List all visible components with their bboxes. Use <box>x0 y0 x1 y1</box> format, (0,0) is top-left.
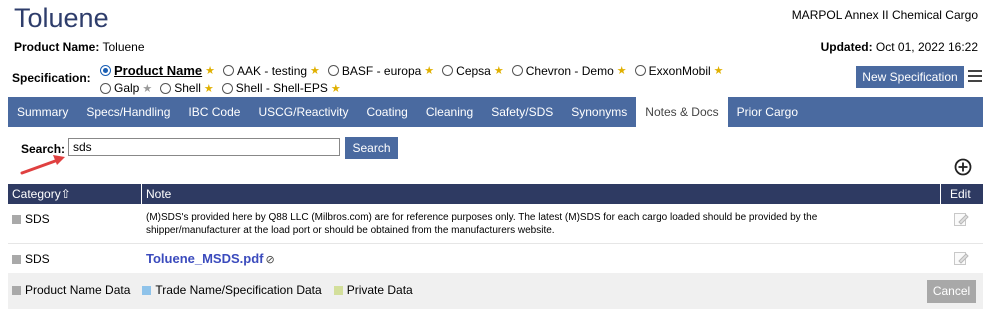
hamburger-menu-icon[interactable] <box>968 70 982 85</box>
spec-option-cepsa[interactable]: Cepsa ★ <box>442 64 504 78</box>
tab-bar: Summary Specs/Handling IBC Code USCG/Rea… <box>8 97 983 127</box>
spec-option-exxonmobil[interactable]: ExxonMobil ★ <box>634 64 724 78</box>
legend-label: Product Name Data <box>25 283 131 297</box>
radio-icon[interactable] <box>634 65 646 76</box>
star-icon: ★ <box>493 65 504 77</box>
row-category: SDS <box>12 252 50 266</box>
legend-label: Trade Name/Specification Data <box>155 283 322 297</box>
radio-icon[interactable] <box>160 82 172 94</box>
updated-value: Oct 01, 2022 16:22 <box>875 40 978 54</box>
spec-option-shell[interactable]: Shell ★ <box>160 81 214 95</box>
row-category-label: SDS <box>25 252 50 266</box>
column-header-category[interactable]: Category⇧ <box>12 184 71 204</box>
star-icon: ★ <box>713 65 724 77</box>
radio-icon[interactable] <box>100 82 111 94</box>
updated-label: Updated: <box>820 40 873 54</box>
spec-option-label[interactable]: Galp <box>114 81 139 95</box>
legend-label: Private Data <box>346 283 413 297</box>
edit-icon[interactable] <box>953 211 969 227</box>
new-specification-button[interactable]: New Specification <box>856 66 964 88</box>
legend-swatch <box>142 286 152 296</box>
row-category: SDS <box>12 212 50 226</box>
radio-icon[interactable] <box>511 65 523 76</box>
radio-icon[interactable] <box>221 82 233 94</box>
tab-notes-docs[interactable]: Notes & Docs <box>636 97 728 127</box>
star-icon: ★ <box>310 65 320 77</box>
tab-prior-cargo[interactable]: Prior Cargo <box>728 97 807 127</box>
radio-icon[interactable] <box>442 65 454 76</box>
specification-options-row-1: Product Name ★ AAK - testing ★ BASF - eu… <box>100 63 732 78</box>
document-link[interactable]: Toluene_MSDS.pdf ⊘ <box>146 251 275 266</box>
spec-option-label[interactable]: AAK - testing <box>237 64 307 78</box>
tab-cleaning[interactable]: Cleaning <box>417 97 482 127</box>
tab-ibc-code[interactable]: IBC Code <box>179 97 249 127</box>
star-icon: ★ <box>424 65 435 77</box>
cancel-button[interactable]: Cancel <box>927 280 976 303</box>
legend-swatch <box>333 286 343 296</box>
spec-option-aak-testing[interactable]: AAK - testing ★ <box>223 64 320 78</box>
legend-item-private-data: Private Data <box>333 283 413 297</box>
legend-item-product-name-data: Product Name Data <box>12 283 130 297</box>
notes-table-header: Category⇧ Note Edit <box>8 184 983 204</box>
column-header-note: Note <box>146 187 172 201</box>
annotation-arrow-icon <box>20 155 65 175</box>
tab-synonyms[interactable]: Synonyms <box>562 97 636 127</box>
legend-swatch <box>12 286 21 296</box>
tab-uscg-reactivity[interactable]: USCG/Reactivity <box>249 97 357 127</box>
attachment-paperclip-icon: ⊘ <box>265 254 275 266</box>
product-data-indicator <box>12 215 21 225</box>
star-icon: ★ <box>205 65 216 77</box>
radio-selected-icon[interactable] <box>100 65 111 76</box>
tab-summary[interactable]: Summary <box>8 97 77 127</box>
row-note-text: (M)SDS's provided here by Q88 LLC (Milbr… <box>146 212 818 236</box>
spec-option-label[interactable]: Shell - Shell-EPS <box>236 81 328 95</box>
column-header-edit: Edit <box>950 187 971 201</box>
product-data-indicator <box>12 255 21 265</box>
product-name-label: Product Name: <box>14 40 100 54</box>
spec-option-chevron-demo[interactable]: Chevron - Demo ★ <box>511 64 627 78</box>
search-input[interactable] <box>68 138 340 156</box>
tab-specs-handling[interactable]: Specs/Handling <box>77 97 179 127</box>
spec-option-label[interactable]: ExxonMobil <box>649 64 711 78</box>
marpol-classification: MARPOL Annex II Chemical Cargo <box>791 8 978 22</box>
category-header-label[interactable]: Category <box>12 187 61 201</box>
edit-icon[interactable] <box>953 250 969 266</box>
row-category-label: SDS <box>25 212 50 226</box>
radio-icon[interactable] <box>327 65 339 76</box>
spec-option-label[interactable]: Product Name <box>114 63 202 78</box>
spec-option-label[interactable]: Chevron - Demo <box>526 64 614 78</box>
table-row: SDS (M)SDS's provided here by Q88 LLC (M… <box>8 205 983 244</box>
table-footer: Product Name Data Trade Name/Specificati… <box>8 273 983 309</box>
product-name-value: Toluene <box>102 40 145 54</box>
specification-label: Specification: <box>12 71 91 85</box>
product-name-line: Product Name: Toluene <box>14 40 145 54</box>
data-source-legend: Product Name Data Trade Name/Specificati… <box>12 283 413 297</box>
star-outline-icon: ★ <box>142 82 153 95</box>
spec-option-shell-eps[interactable]: Shell - Shell-EPS ★ <box>221 81 341 95</box>
spec-option-label[interactable]: BASF - europa <box>342 64 421 78</box>
add-note-icon[interactable] <box>954 158 972 176</box>
tab-coating[interactable]: Coating <box>357 97 416 127</box>
radio-icon[interactable] <box>223 65 235 76</box>
document-link-text[interactable]: Toluene_MSDS.pdf <box>146 251 263 266</box>
spec-option-galp[interactable]: Galp ★ <box>100 81 152 95</box>
spec-option-label[interactable]: Cepsa <box>456 64 491 78</box>
search-button[interactable]: Search <box>345 137 398 159</box>
page-title: Toluene <box>14 3 109 33</box>
star-icon: ★ <box>330 82 341 95</box>
spec-option-product-name[interactable]: Product Name ★ <box>100 63 215 78</box>
sort-up-icon[interactable]: ⇧ <box>61 187 71 201</box>
table-row: SDS Toluene_MSDS.pdf ⊘ <box>8 244 983 272</box>
specification-options-row-2: Galp ★ Shell ★ Shell - Shell-EPS ★ <box>100 81 349 95</box>
updated-line: Updated: Oct 01, 2022 16:22 <box>821 40 978 54</box>
spec-option-label[interactable]: Shell <box>174 81 201 95</box>
spec-option-basf-europa[interactable]: BASF - europa ★ <box>327 64 435 78</box>
legend-item-trade-name-data: Trade Name/Specification Data <box>142 283 322 297</box>
tab-safety-sds[interactable]: Safety/SDS <box>482 97 562 127</box>
star-icon: ★ <box>203 82 214 95</box>
star-icon: ★ <box>616 65 627 77</box>
